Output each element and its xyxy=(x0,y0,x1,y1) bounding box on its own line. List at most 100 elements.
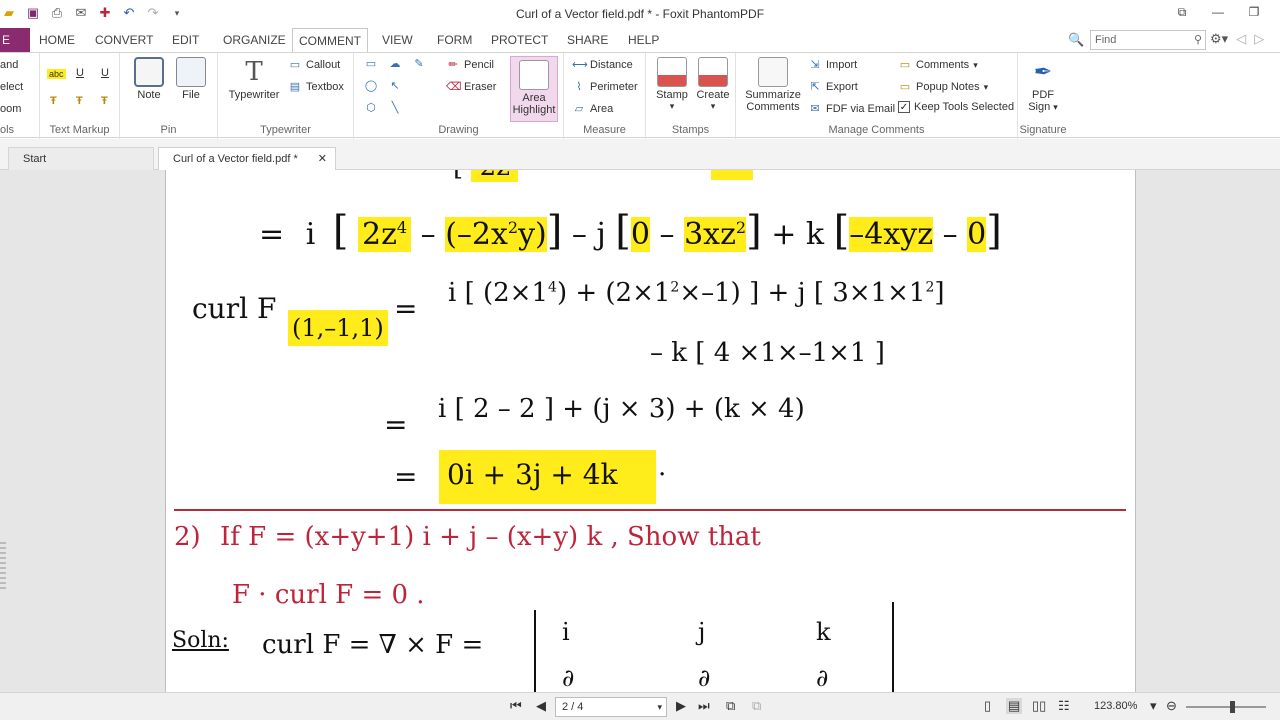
strikeout-icon[interactable]: Ŧ xyxy=(50,95,57,107)
tab-help[interactable]: HELP xyxy=(622,28,665,52)
page-dropdown-icon[interactable]: ▾ xyxy=(657,698,662,716)
create-dropdown-icon[interactable]: ▾ xyxy=(694,101,732,112)
fdf-email-label: FDF via Email xyxy=(826,103,896,115)
back-arrow-icon[interactable]: ◁ xyxy=(1236,31,1246,47)
det-j: j xyxy=(698,618,706,646)
comments-dropdown[interactable]: ▭ Comments ▾ xyxy=(898,58,978,72)
eraser-button[interactable]: ⌫ Eraser xyxy=(446,80,496,94)
highlight-text-icon[interactable]: abc xyxy=(47,69,66,79)
line-icon[interactable]: ╲ xyxy=(388,101,402,115)
eq-term-a: 2z xyxy=(362,217,397,252)
tab-edit[interactable]: EDIT xyxy=(166,28,205,52)
tab-organize[interactable]: ORGANIZE xyxy=(217,28,292,52)
zoom-out-icon[interactable]: ⊖ xyxy=(1166,698,1177,714)
group-label-tools: ols xyxy=(0,124,15,136)
summarize-comments-button[interactable]: Summarize Comments xyxy=(744,57,802,113)
textbox-button[interactable]: ▤ Textbox xyxy=(288,80,344,94)
previous-view-icon[interactable]: ⧉ xyxy=(726,698,735,714)
zoom-level[interactable]: 123.80% xyxy=(1094,700,1137,712)
perimeter-button[interactable]: ⌇ Perimeter xyxy=(572,80,637,94)
distance-button[interactable]: ⟷ Distance xyxy=(572,58,633,72)
pdf-page[interactable]: [ 2z = i [ 2z4 – (–2x2y)] – j [0 – 3xz2]… xyxy=(165,170,1136,692)
file-tab[interactable]: E xyxy=(0,28,30,52)
zoom-slider[interactable] xyxy=(1186,701,1266,713)
area-highlight-button[interactable]: Area Highlight xyxy=(510,56,558,122)
pencil-button[interactable]: ✏ Pencil xyxy=(446,58,494,72)
tab-start[interactable]: Start xyxy=(8,147,154,170)
maximize-icon[interactable]: ❐ xyxy=(1236,0,1272,24)
arrow-icon[interactable]: ↖ xyxy=(388,79,402,93)
group-label-signature: Signature xyxy=(1019,124,1067,136)
search-icon[interactable]: ⚲ xyxy=(1194,31,1202,49)
fdf-email-button[interactable]: ✉ FDF via Email xyxy=(808,102,895,116)
result-highlight: 0i + 3j + 4k xyxy=(439,450,656,504)
replace-text-icon[interactable]: Ŧ xyxy=(76,95,83,107)
cloud-icon[interactable]: ☁ xyxy=(388,57,402,71)
eq-equals-4: = xyxy=(384,408,408,441)
minimize-icon[interactable]: — xyxy=(1200,0,1236,24)
next-view-icon[interactable]: ⧉ xyxy=(752,698,761,714)
squiggly-icon[interactable]: U xyxy=(101,67,109,79)
tab-protect[interactable]: PROTECT xyxy=(485,28,554,52)
tab-home[interactable]: HOME xyxy=(33,28,81,52)
note-button[interactable]: Note xyxy=(132,57,166,101)
insert-text-icon[interactable]: Ŧ xyxy=(101,95,108,107)
area-highlight-label-2: Highlight xyxy=(512,104,556,116)
eq-line-3: – k [ 4 ×1×–1×1 ] xyxy=(650,338,885,368)
close-tab-icon[interactable]: ✕ xyxy=(318,148,327,170)
previous-page-icon[interactable]: ◀ xyxy=(536,698,546,714)
export-button[interactable]: ⇱ Export xyxy=(808,80,857,94)
tab-convert[interactable]: CONVERT xyxy=(89,28,159,52)
keep-tools-selected-checkbox[interactable]: ✓ Keep Tools Selected xyxy=(898,101,1014,113)
textbox-icon: ▤ xyxy=(289,81,301,93)
hand-tool-button[interactable]: and xyxy=(0,59,18,71)
group-label-text-markup: Text Markup xyxy=(49,124,110,136)
first-page-icon[interactable]: ⏮ xyxy=(510,698,522,714)
file-attach-button[interactable]: File xyxy=(174,57,208,101)
tab-form[interactable]: FORM xyxy=(431,28,478,52)
forward-arrow-icon[interactable]: ▷ xyxy=(1254,31,1264,47)
typewriter-button[interactable]: T Typewriter xyxy=(224,57,284,101)
tab-view[interactable]: VIEW xyxy=(376,28,419,52)
settings-gear-icon[interactable]: ⚙▾ xyxy=(1210,31,1228,47)
pdf-sign-button[interactable]: ✒ PDF Sign ▾ xyxy=(1024,57,1062,113)
popup-notes-dropdown[interactable]: ▭ Popup Notes ▾ xyxy=(898,80,988,94)
rectangle-icon[interactable]: ▭ xyxy=(364,57,378,71)
group-label-drawing: Drawing xyxy=(438,124,479,136)
area-highlight-icon xyxy=(519,60,549,90)
area-measure-button[interactable]: ▱ Area xyxy=(572,102,613,116)
zoom-slider-knob[interactable] xyxy=(1230,701,1235,713)
left-panel-handle[interactable] xyxy=(0,542,6,592)
oval-icon[interactable]: ◯ xyxy=(364,79,378,93)
find-input[interactable]: Find ⚲ xyxy=(1090,30,1206,50)
callout-button[interactable]: ▭ Callout xyxy=(288,58,340,72)
polygon-icon[interactable]: ⬡ xyxy=(364,101,378,115)
continuous-page-icon[interactable]: ▤ xyxy=(1006,698,1023,714)
underline-icon[interactable]: U xyxy=(76,67,84,79)
curl-point-subscript: (1,–1,1) xyxy=(288,310,388,346)
pen-icon[interactable]: ✎ xyxy=(412,57,426,71)
select-tool-button[interactable]: elect xyxy=(0,81,23,93)
title-bar: ▰ ▣ ⎙ ✉ ✚ ↶ ↷ ▾ Curl of a Vector field.p… xyxy=(0,0,1280,28)
last-page-icon[interactable]: ⏭ xyxy=(698,698,710,714)
group-label-pin: Pin xyxy=(160,124,177,136)
perimeter-icon: ⌇ xyxy=(576,81,582,93)
stamp-button[interactable]: Stamp ▾ xyxy=(654,57,690,112)
continuous-facing-icon[interactable]: ☷ xyxy=(1058,698,1070,714)
tab-document[interactable]: Curl of a Vector field.pdf * ✕ xyxy=(158,147,336,170)
result-dot: . xyxy=(658,452,667,482)
curl-label: curl F xyxy=(192,292,277,325)
restore-ribbon-icon[interactable]: ⧉ xyxy=(1164,0,1200,24)
zoom-dropdown-icon[interactable]: ▾ xyxy=(1150,698,1157,714)
tab-share[interactable]: SHARE xyxy=(561,28,614,52)
facing-pages-icon[interactable]: ▯▯ xyxy=(1032,698,1046,714)
import-button[interactable]: ⇲ Import xyxy=(808,58,857,72)
create-stamp-button[interactable]: Create ▾ xyxy=(694,57,732,112)
tab-comment[interactable]: COMMENT xyxy=(292,28,368,53)
next-page-icon[interactable]: ▶ xyxy=(676,698,686,714)
zoom-tool-button[interactable]: oom xyxy=(0,103,21,115)
page-number-input[interactable]: 2 / 4 ▾ xyxy=(555,697,667,717)
stamp-dropdown-icon[interactable]: ▾ xyxy=(654,101,690,112)
single-page-icon[interactable]: ▯ xyxy=(984,698,991,714)
find-folder-icon[interactable]: 🔍 xyxy=(1068,32,1084,48)
